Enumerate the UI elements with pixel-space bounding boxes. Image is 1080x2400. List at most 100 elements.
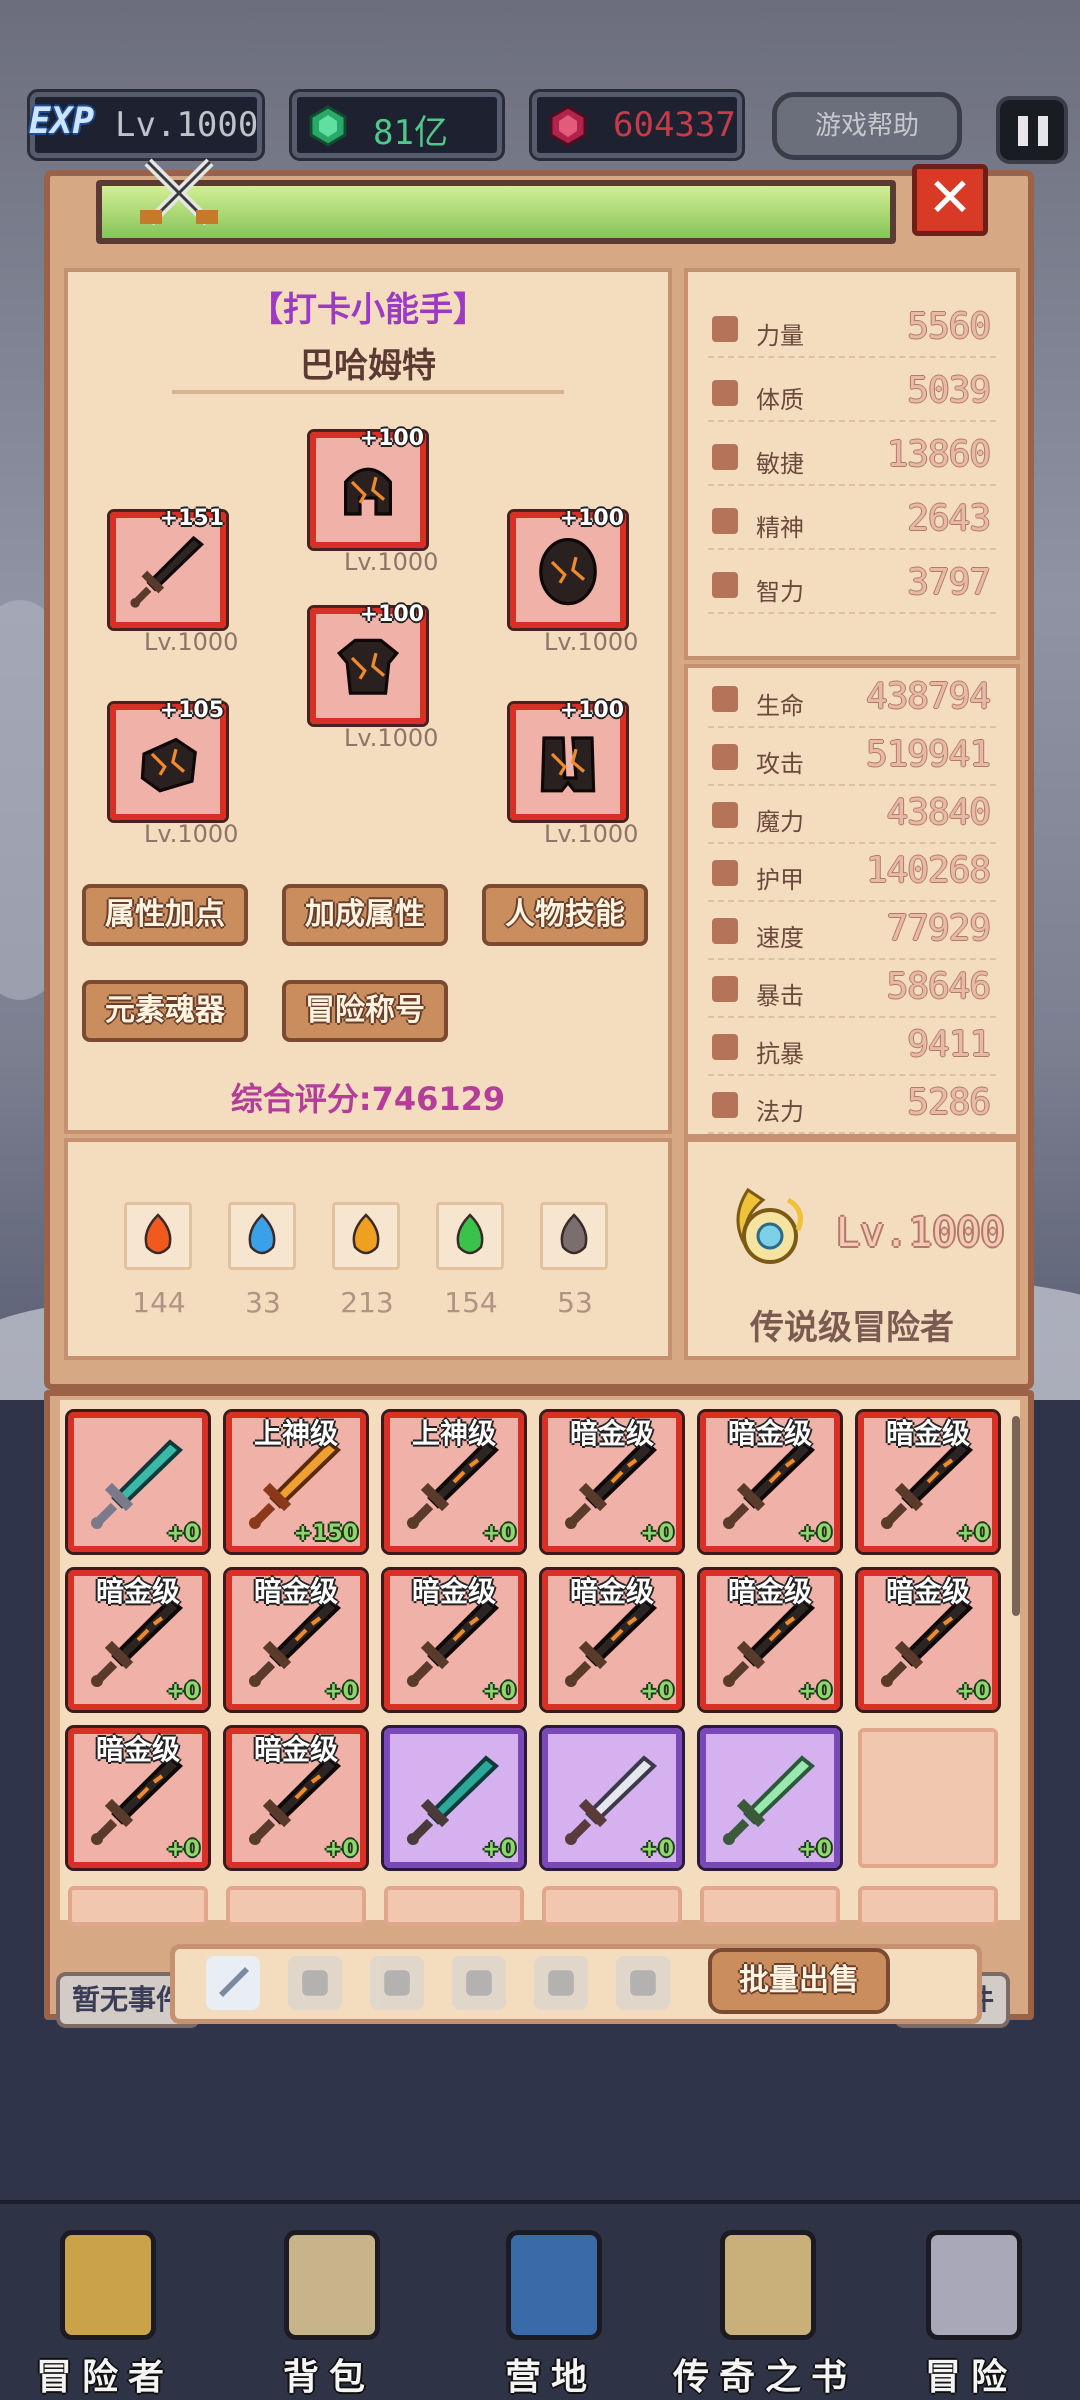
stat-label: 智力 xyxy=(756,578,804,606)
inventory-slot-empty[interactable] xyxy=(226,1886,366,1926)
stat-row-combat: 生命 438794 xyxy=(708,672,996,728)
inventory-slot-empty[interactable] xyxy=(542,1886,682,1926)
item-enhance-level: +0 xyxy=(640,1679,674,1704)
equipment-level: Lv.1000 xyxy=(144,820,239,848)
equipment-slot-weapon[interactable]: +151 xyxy=(107,506,229,631)
stat-icon xyxy=(712,744,738,770)
stat-value: 3797 xyxy=(907,562,991,603)
stat-row-base: 敏捷 13860 xyxy=(708,430,996,486)
stat-label: 暴击 xyxy=(756,982,804,1010)
item-enhance-level: +0 xyxy=(798,1837,832,1862)
stat-value: 13860 xyxy=(886,434,991,475)
inventory-slot-empty[interactable] xyxy=(858,1886,998,1926)
inventory-slot[interactable]: 上神级 +150 xyxy=(223,1409,369,1555)
attribute-points-button[interactable]: 属性加点 xyxy=(82,884,248,946)
inventory-slot[interactable]: 暗金级 +0 xyxy=(855,1567,1001,1713)
weapon-tab-icon[interactable] xyxy=(206,1956,260,2010)
enhance-level: +100 xyxy=(359,426,424,451)
nav-camp-banner[interactable]: 营地 xyxy=(476,2230,626,2398)
game-help-button[interactable]: 游戏帮助 xyxy=(772,92,962,160)
item-grade-label: 上神级 xyxy=(253,1417,338,1450)
item-enhance-level: +0 xyxy=(324,1679,358,1704)
item-enhance-level: +0 xyxy=(798,1679,832,1704)
stat-icon xyxy=(712,860,738,886)
inventory-slot[interactable]: 暗金级 +0 xyxy=(65,1567,211,1713)
equipment-slot-armor[interactable]: +100 xyxy=(307,602,429,727)
teal-greatsword-icon xyxy=(407,1755,500,1845)
stat-label: 法力 xyxy=(756,1098,804,1126)
close-button[interactable]: ✕ xyxy=(912,164,988,236)
stat-row-base: 智力 3797 xyxy=(708,558,996,614)
dark-boots-icon xyxy=(540,736,596,793)
inventory-slot[interactable]: 暗金级 +0 xyxy=(223,1725,369,1871)
emerald-icon xyxy=(309,105,347,147)
inventory-scrollbar[interactable] xyxy=(1012,1416,1020,1616)
nav-backpack[interactable]: 背包 xyxy=(254,2230,404,2398)
inventory-slot[interactable]: 暗金级 +0 xyxy=(855,1409,1001,1555)
stat-row-combat: 速度 77929 xyxy=(708,904,996,960)
stat-row-base: 精神 2643 xyxy=(708,494,996,550)
stat-label: 速度 xyxy=(756,924,804,952)
helmet-tab-icon[interactable] xyxy=(370,1956,424,2010)
inventory-slot-empty[interactable] xyxy=(700,1886,840,1926)
bulk-sell-button[interactable]: 批量出售 xyxy=(708,1948,890,2014)
equipment-slot-helmet[interactable]: +100 xyxy=(307,426,429,551)
inventory-slot-empty[interactable] xyxy=(68,1886,208,1926)
stat-row-combat: 抗暴 9411 xyxy=(708,1020,996,1076)
inventory-slot[interactable]: +0 xyxy=(381,1725,527,1871)
inventory-slot[interactable]: +0 xyxy=(539,1725,685,1871)
inventory-slot[interactable]: 暗金级 +0 xyxy=(539,1409,685,1555)
inventory-slot-empty[interactable] xyxy=(384,1886,524,1926)
item-grade-label: 暗金级 xyxy=(95,1575,180,1608)
stat-icon xyxy=(712,1034,738,1060)
adventure-title-button[interactable]: 冒险称号 xyxy=(282,980,448,1042)
nav-adventure-sword[interactable]: 冒险 xyxy=(896,2230,1046,2398)
inventory-slot[interactable]: +0 xyxy=(65,1409,211,1555)
element-count: 144 xyxy=(132,1286,186,1319)
green-currency-value: 81亿 xyxy=(373,113,448,153)
inventory-slot[interactable]: 暗金级 +0 xyxy=(539,1567,685,1713)
pants-tab-icon[interactable] xyxy=(534,1956,588,2010)
inventory-slot[interactable]: 上神级 +0 xyxy=(381,1409,527,1555)
item-enhance-level: +0 xyxy=(956,1521,990,1546)
nav-label: 营地 xyxy=(504,2357,597,2398)
inventory-slot[interactable]: 暗金级 +0 xyxy=(65,1725,211,1871)
stat-value: 519941 xyxy=(865,734,991,775)
fire-gem-icon xyxy=(124,1202,192,1270)
stat-label: 力量 xyxy=(756,322,804,350)
bonus-attributes-button[interactable]: 加成属性 xyxy=(282,884,448,946)
nav-adventurer-helmet[interactable]: 冒险者 xyxy=(30,2230,180,2398)
equipment-slot-shield[interactable]: +100 xyxy=(507,506,629,631)
inventory-slot[interactable]: 暗金级 +0 xyxy=(223,1567,369,1713)
element-soul-button[interactable]: 元素魂器 xyxy=(82,980,248,1042)
inventory-slot[interactable]: 暗金级 +0 xyxy=(697,1409,843,1555)
item-grade-label: 暗金级 xyxy=(727,1575,812,1608)
item-enhance-level: +0 xyxy=(798,1521,832,1546)
stat-row-combat: 攻击 519941 xyxy=(708,730,996,786)
stat-value: 5286 xyxy=(907,1082,991,1123)
overall-score: 综合评分:746129 xyxy=(230,1080,506,1118)
armor-tab-icon xyxy=(302,1970,328,1996)
element-count: 33 xyxy=(245,1286,281,1319)
divider xyxy=(172,390,564,394)
equipment-slot-boots[interactable]: +100 xyxy=(507,698,629,823)
nav-legend-book[interactable]: 传奇之书 xyxy=(673,2230,847,2398)
inventory-slot[interactable] xyxy=(858,1728,998,1868)
character-skills-button[interactable]: 人物技能 xyxy=(482,884,648,946)
dark-weapon-icon xyxy=(130,535,205,608)
pause-icon xyxy=(1038,116,1048,146)
inventory-slot[interactable]: 暗金级 +0 xyxy=(381,1567,527,1713)
pause-button[interactable] xyxy=(996,96,1068,164)
stat-icon xyxy=(712,976,738,1002)
gloves-tab-icon[interactable] xyxy=(452,1956,506,2010)
stat-value: 438794 xyxy=(865,676,991,717)
thunder-gem-icon xyxy=(352,1213,380,1255)
inventory-slot[interactable]: +0 xyxy=(697,1725,843,1871)
stat-label: 敏捷 xyxy=(756,450,804,478)
equipment-level: Lv.1000 xyxy=(544,628,639,656)
armor-tab-icon[interactable] xyxy=(288,1956,342,2010)
equipment-slot-gloves[interactable]: +105 xyxy=(107,698,229,823)
ring-tab-icon[interactable] xyxy=(616,1956,670,2010)
inventory-slot[interactable]: 暗金级 +0 xyxy=(697,1567,843,1713)
ring-tab-icon xyxy=(630,1970,656,1996)
